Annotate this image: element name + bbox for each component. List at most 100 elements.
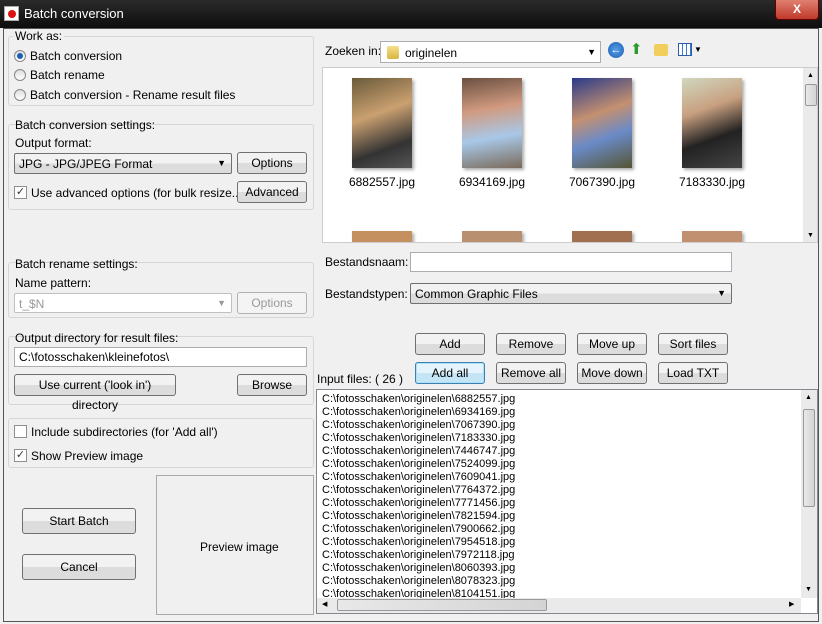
list-item[interactable]: C:\fotosschaken\originelen\7771456.jpg (322, 497, 515, 510)
radio-label: Batch rename (30, 68, 105, 82)
output-format-label: Output format: (15, 136, 92, 150)
load-txt-button[interactable]: Load TXT (658, 362, 728, 384)
filename-input[interactable] (410, 252, 732, 272)
radio-icon[interactable] (14, 50, 26, 62)
cancel-button[interactable]: Cancel (22, 554, 136, 580)
list-item[interactable]: C:\fotosschaken\originelen\7524099.jpg (322, 458, 515, 471)
filename-label: Bestandsnaam: (325, 255, 409, 269)
format-options-button[interactable]: Options (237, 152, 307, 174)
new-folder-icon[interactable] (654, 44, 668, 56)
radio-icon[interactable] (14, 89, 26, 101)
add-all-button[interactable]: Add all (415, 362, 485, 384)
list-item[interactable]: C:\fotosschaken\originelen\7609041.jpg (322, 471, 515, 484)
thumbnail-caption[interactable]: 7067390.jpg (552, 175, 652, 189)
include-subdirectories-checkbox[interactable] (14, 425, 27, 438)
name-pattern-label: Name pattern: (15, 276, 92, 290)
list-item[interactable]: C:\fotosschaken\originelen\7954518.jpg (322, 536, 515, 549)
scroll-down-icon[interactable]: ▼ (805, 586, 812, 593)
title-bar: Batch conversion X (0, 0, 822, 28)
list-item[interactable]: C:\fotosschaken\originelen\7446747.jpg (322, 445, 515, 458)
start-batch-button[interactable]: Start Batch (22, 508, 136, 534)
output-directory-input[interactable]: C:\fotosschaken\kleinefotos\ (14, 347, 307, 367)
work-as-legend: Work as: (13, 29, 65, 43)
thumbnail-image[interactable] (352, 231, 412, 242)
rename-settings-legend: Batch rename settings: (15, 257, 138, 271)
input-files-label: Input files: ( 26 ) (317, 372, 404, 386)
list-item[interactable]: C:\fotosschaken\originelen\7900662.jpg (322, 523, 515, 536)
advanced-options-label: Use advanced options (for bulk resize...… (31, 186, 246, 200)
show-preview-label: Show Preview image (31, 449, 144, 463)
list-item[interactable]: C:\fotosschaken\originelen\8078323.jpg (322, 575, 515, 588)
scroll-right-icon[interactable]: ▶ (789, 600, 794, 608)
input-files-list[interactable]: C:\fotosschaken\originelen\6882557.jpg C:… (316, 389, 818, 614)
scrollbar-thumb[interactable] (805, 84, 817, 106)
scrollbar-thumb[interactable] (803, 409, 815, 507)
sort-files-button[interactable]: Sort files (658, 333, 728, 355)
preview-image-label: Preview image (200, 540, 279, 554)
scroll-up-icon[interactable]: ▲ (807, 72, 814, 79)
thumbnail-caption[interactable]: 6934169.jpg (442, 175, 542, 189)
move-up-button[interactable]: Move up (577, 333, 647, 355)
chevron-down-icon[interactable]: ▼ (694, 45, 702, 54)
chevron-down-icon: ▼ (587, 47, 596, 57)
thumbnail-image[interactable] (682, 78, 742, 168)
list-item[interactable]: C:\fotosschaken\originelen\7972118.jpg (322, 549, 514, 562)
output-directory-legend: Output directory for result files: (15, 331, 179, 345)
advanced-options-checkbox[interactable]: ✓ (14, 186, 27, 199)
radio-icon[interactable] (14, 69, 26, 81)
scroll-left-icon[interactable]: ◀ (322, 600, 327, 608)
close-button[interactable]: X (775, 0, 819, 20)
back-icon[interactable]: ← (608, 42, 624, 58)
include-subdirectories-label: Include subdirectories (for 'Add all') (31, 425, 218, 439)
list-item[interactable]: C:\fotosschaken\originelen\7067390.jpg (322, 419, 515, 432)
look-in-label: Zoeken in: (325, 44, 382, 58)
up-folder-icon[interactable]: ⬆ (630, 42, 643, 58)
thumbnail-image[interactable] (462, 231, 522, 242)
thumbnail-caption[interactable]: 7183330.jpg (662, 175, 762, 189)
look-in-select[interactable]: originelen ▼ (380, 41, 601, 63)
thumbnail-scrollbar[interactable]: ▲ ▼ (803, 68, 817, 242)
scrollbar-thumb[interactable] (337, 599, 547, 611)
list-item[interactable]: C:\fotosschaken\originelen\8060393.jpg (322, 562, 515, 575)
filetype-label: Bestandstypen: (325, 287, 408, 301)
thumbnail-image[interactable] (462, 78, 522, 168)
browse-button[interactable]: Browse (237, 374, 307, 396)
output-format-value: JPG - JPG/JPEG Format (19, 157, 153, 171)
chevron-down-icon: ▼ (217, 298, 226, 308)
use-current-directory-button[interactable]: Use current ('look in') directory (14, 374, 176, 412)
list-vertical-scrollbar[interactable]: ▲ ▼ (801, 390, 817, 598)
list-horizontal-scrollbar[interactable]: ◀ ▶ (317, 598, 801, 613)
radio-label: Batch conversion - Rename result files (30, 88, 236, 102)
thumbnail-image[interactable] (572, 78, 632, 168)
list-item[interactable]: C:\fotosschaken\originelen\6934169.jpg (322, 406, 515, 419)
add-button[interactable]: Add (415, 333, 485, 355)
app-icon (4, 6, 19, 21)
name-pattern-value: t_$N (19, 297, 45, 311)
move-down-button[interactable]: Move down (577, 362, 647, 384)
list-item[interactable]: C:\fotosschaken\originelen\7821594.jpg (322, 510, 515, 523)
scroll-down-icon[interactable]: ▼ (807, 232, 814, 239)
show-preview-checkbox[interactable]: ✓ (14, 449, 27, 462)
remove-all-button[interactable]: Remove all (496, 362, 566, 384)
scroll-up-icon[interactable]: ▲ (805, 394, 812, 401)
thumbnail-image[interactable] (572, 231, 632, 242)
name-pattern-select[interactable]: t_$N ▼ (14, 293, 232, 313)
file-thumbnail-view[interactable]: 6882557.jpg 6934169.jpg 7067390.jpg 7183… (322, 67, 818, 243)
look-in-value: originelen (405, 46, 458, 60)
filetype-select[interactable]: Common Graphic Files ▼ (410, 283, 732, 304)
rename-options-button[interactable]: Options (237, 292, 307, 314)
list-item[interactable]: C:\fotosschaken\originelen\7183330.jpg (322, 432, 515, 445)
output-format-select[interactable]: JPG - JPG/JPEG Format ▼ (14, 153, 232, 174)
filetype-value: Common Graphic Files (415, 287, 538, 301)
preview-image-panel: Preview image (156, 475, 314, 615)
list-item[interactable]: C:\fotosschaken\originelen\6882557.jpg (322, 393, 515, 406)
list-item[interactable]: C:\fotosschaken\originelen\7764372.jpg (322, 484, 515, 497)
thumbnail-caption[interactable]: 6882557.jpg (332, 175, 432, 189)
thumbnail-image[interactable] (682, 231, 742, 242)
remove-button[interactable]: Remove (496, 333, 566, 355)
folder-icon (387, 46, 399, 59)
view-menu-icon[interactable] (678, 43, 692, 56)
thumbnail-image[interactable] (352, 78, 412, 168)
conversion-settings-legend: Batch conversion settings: (15, 118, 156, 132)
advanced-button[interactable]: Advanced (237, 181, 307, 203)
